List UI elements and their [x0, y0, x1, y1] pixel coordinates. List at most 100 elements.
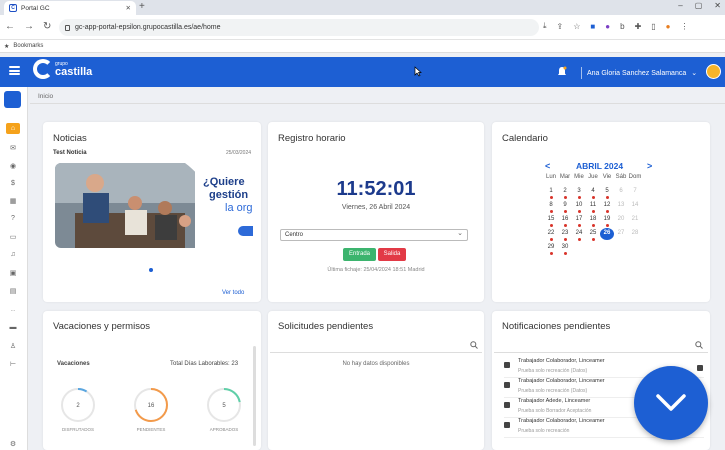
- calendar-prev-button[interactable]: <: [545, 161, 550, 171]
- extension2-icon[interactable]: ●: [605, 22, 610, 31]
- notification-subtitle: Prueba solo recreación: [518, 428, 570, 434]
- news-title: Noticias: [53, 133, 87, 144]
- sidebar-user-icon[interactable]: ♙: [6, 340, 20, 351]
- extension-icon[interactable]: ■: [590, 22, 595, 31]
- news-banner-image[interactable]: ¿Quiere gestión la org: [55, 163, 253, 248]
- sidebar-home-icon[interactable]: ⌂: [6, 123, 20, 134]
- logo[interactable]: grupo castilla: [33, 59, 92, 79]
- calendar-day[interactable]: 7: [628, 186, 642, 198]
- forward-icon[interactable]: →: [24, 21, 34, 32]
- event-dot: [564, 210, 567, 213]
- url-text: gc-app-portal-epsilon.grupocastilla.es/a…: [75, 24, 221, 31]
- see-all-link[interactable]: Ver todo: [222, 290, 244, 296]
- calendar-day[interactable]: 24: [572, 228, 586, 241]
- sidebar-calendar-icon[interactable]: ▦: [6, 195, 20, 206]
- breadcrumb[interactable]: Inicio: [38, 93, 53, 100]
- calendar-day[interactable]: 18: [586, 214, 600, 227]
- hamburger-menu-icon[interactable]: [9, 66, 20, 75]
- salida-button[interactable]: Salida: [378, 248, 406, 261]
- calendar-day[interactable]: 23: [558, 228, 572, 241]
- calendar-day[interactable]: 19: [600, 214, 614, 227]
- avatar[interactable]: [706, 64, 721, 79]
- sidebar-folder-icon[interactable]: ▭: [6, 231, 20, 242]
- calendar-day[interactable]: 16: [558, 214, 572, 227]
- calendar-grid: Lun Mar Mie Jue Vie Sáb Dom 1 2 3 4 5 6 7 8 9 10 11 12 13 14…: [544, 172, 656, 255]
- sidebar-bell-icon[interactable]: ♫: [6, 249, 20, 260]
- calendar-day[interactable]: 22: [544, 228, 558, 241]
- calendar-day[interactable]: 12: [600, 200, 614, 213]
- reload-icon[interactable]: ↻: [43, 21, 51, 32]
- scroll-down-button[interactable]: [634, 366, 708, 440]
- calendar-day[interactable]: 6: [614, 186, 628, 198]
- news-item-title[interactable]: Test Noticia: [53, 150, 87, 156]
- carousel-dot[interactable]: [149, 268, 153, 272]
- user-menu[interactable]: Ana Gloria Sanchez Salamanca ⌄: [581, 67, 697, 79]
- share-icon[interactable]: ⇪: [557, 22, 564, 31]
- notification-title: Trabajador Colaborador, Linceamer: [518, 378, 605, 384]
- calendar-day[interactable]: 4: [586, 186, 600, 199]
- sidebar-bracket-icon[interactable]: ⊢: [6, 358, 20, 369]
- sidebar-settings-icon[interactable]: ⚙: [6, 438, 20, 449]
- new-tab-icon[interactable]: +: [139, 1, 145, 12]
- calendar-day[interactable]: 11: [586, 200, 600, 213]
- calendar-day-today[interactable]: 26: [600, 228, 614, 240]
- entrada-button[interactable]: Entrada: [343, 248, 376, 261]
- calendar-title: Calendario: [502, 133, 548, 144]
- extension3-icon[interactable]: b: [620, 22, 624, 31]
- weekday-label: Lun: [545, 174, 556, 180]
- maximize-icon[interactable]: ▢: [695, 1, 703, 10]
- puzzle-icon[interactable]: ✚: [635, 22, 642, 31]
- url-input[interactable]: gc-app-portal-epsilon.grupocastilla.es/a…: [59, 19, 539, 36]
- back-icon[interactable]: ←: [5, 21, 15, 32]
- user-name: Ana Gloria Sanchez Salamanca: [587, 69, 687, 77]
- minimize-icon[interactable]: –: [678, 1, 682, 10]
- calendar-day[interactable]: 3: [572, 186, 586, 199]
- browser-tab[interactable]: C Portal GC ✕: [4, 1, 136, 15]
- calendar-day[interactable]: 28: [628, 228, 642, 240]
- requests-search-icon[interactable]: [470, 341, 478, 349]
- donut-label: PENDIENTES: [136, 427, 166, 432]
- weekday-label: Mar: [559, 174, 571, 180]
- calendar-day[interactable]: 10: [572, 200, 586, 213]
- profile-icon[interactable]: ●: [666, 22, 671, 31]
- event-dot: [606, 210, 609, 213]
- calendar-day[interactable]: 5: [600, 186, 614, 199]
- notification-bell-icon[interactable]: [557, 66, 567, 77]
- close-window-icon[interactable]: ✕: [714, 1, 721, 10]
- sidebar-more-icon[interactable]: ···: [6, 305, 20, 316]
- calendar-day[interactable]: 15: [544, 214, 558, 227]
- calendar-day[interactable]: 9: [558, 200, 572, 213]
- sidepanel-icon[interactable]: ▯: [651, 22, 655, 31]
- calendar-day[interactable]: 30: [558, 242, 572, 255]
- calendar-day[interactable]: 8: [544, 200, 558, 213]
- sidebar-help-icon[interactable]: ?: [6, 213, 20, 224]
- calendar-day[interactable]: 17: [572, 214, 586, 227]
- star-icon[interactable]: ☆: [573, 22, 580, 31]
- menu-dots-icon[interactable]: ⋮: [681, 22, 689, 31]
- sidebar-logo-icon[interactable]: [4, 91, 21, 108]
- calendar-day[interactable]: 25: [586, 228, 600, 241]
- calendar-day[interactable]: 21: [628, 214, 642, 226]
- centro-select[interactable]: Centro: [280, 229, 468, 241]
- sidebar-money-icon[interactable]: $: [6, 178, 20, 189]
- download-icon[interactable]: ⤓: [543, 21, 547, 31]
- calendar-day[interactable]: 14: [628, 200, 642, 212]
- notification-title: Trabajador Colaborador, Linceamer: [518, 418, 605, 424]
- close-tab-icon[interactable]: ✕: [126, 4, 131, 12]
- calendar-day[interactable]: 20: [614, 214, 628, 226]
- bookmarks-label[interactable]: Bookmarks: [13, 43, 43, 49]
- sidebar-box-icon[interactable]: ▣: [6, 267, 20, 278]
- sidebar-document-icon[interactable]: ▤: [6, 285, 20, 296]
- event-dot: [550, 252, 553, 255]
- calendar-day[interactable]: 27: [614, 228, 628, 240]
- calendar-day[interactable]: 29: [544, 242, 558, 255]
- banner-text: ¿Quiere gestión la org: [203, 176, 253, 215]
- calendar-day[interactable]: 2: [558, 186, 572, 199]
- calendar-next-button[interactable]: >: [647, 161, 652, 171]
- notifications-search-icon[interactable]: [695, 341, 703, 349]
- sidebar-eye-icon[interactable]: ◉: [6, 160, 20, 171]
- calendar-day[interactable]: 13: [614, 200, 628, 212]
- sidebar-inbox-icon[interactable]: ▬: [6, 322, 20, 333]
- calendar-day[interactable]: 1: [544, 186, 558, 199]
- sidebar-mail-icon[interactable]: ✉: [6, 142, 20, 153]
